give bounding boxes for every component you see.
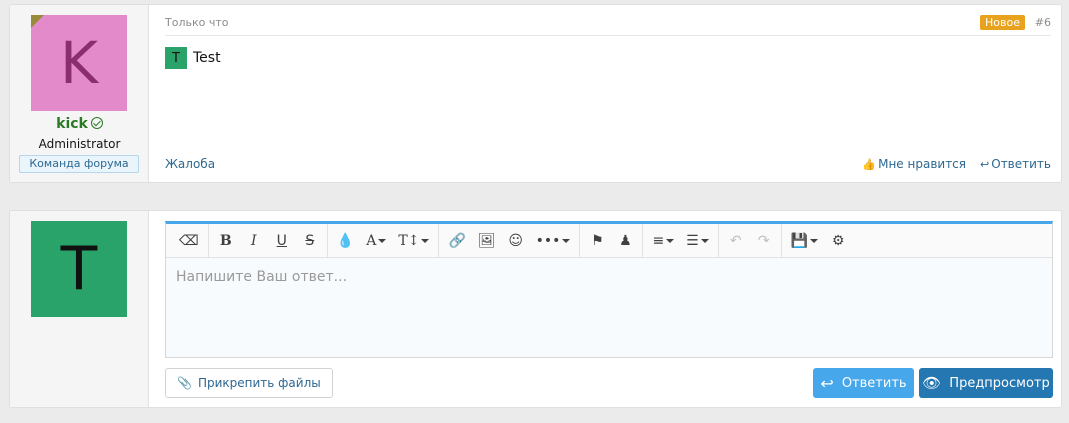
- align-icon[interactable]: ≡: [646, 228, 680, 254]
- flag-icon[interactable]: ⚑: [583, 228, 611, 254]
- submit-reply-button[interactable]: ↩ Ответить: [813, 368, 914, 398]
- toolbar-group-paragraph: ≡ ☰: [643, 223, 719, 258]
- post-text: Test: [193, 50, 221, 66]
- underline-icon[interactable]: U: [268, 228, 296, 254]
- user-banner: Команда форума: [19, 155, 139, 173]
- gear-icon[interactable]: ⚙: [824, 228, 852, 254]
- current-user-avatar: T: [31, 221, 127, 317]
- undo-icon[interactable]: ↶: [722, 228, 750, 254]
- redo-icon[interactable]: ↷: [750, 228, 778, 254]
- thumbs-up-icon: 👍: [862, 158, 877, 171]
- toolbar-group-bbcode: ⚑ ♟: [580, 223, 644, 258]
- save-draft-icon[interactable]: 💾: [785, 228, 824, 254]
- eraser-icon[interactable]: ⌫: [173, 228, 205, 254]
- more-icon[interactable]: •••: [530, 228, 577, 254]
- font-size-icon[interactable]: T↕: [392, 228, 435, 254]
- toolbar-group-font: 💧 A T↕: [328, 223, 440, 258]
- post-content: T Test: [165, 47, 221, 69]
- eye-icon: 👁: [922, 374, 942, 392]
- text-color-icon[interactable]: 💧: [331, 228, 360, 254]
- reply-label: Ответить: [991, 157, 1051, 171]
- report-link[interactable]: Жалоба: [165, 157, 215, 171]
- rich-text-editor: ⌫ B I U S 💧 A T↕ 🔗 🖼 ☺ ••• ⚑ ♟ ≡ ☰ ↶ ↷ 💾…: [165, 221, 1053, 358]
- reply-user-column: T: [10, 211, 149, 407]
- spy-icon[interactable]: ♟: [611, 228, 639, 254]
- editor-toolbar: ⌫ B I U S 💧 A T↕ 🔗 🖼 ☺ ••• ⚑ ♟ ≡ ☰ ↶ ↷ 💾…: [166, 223, 1052, 258]
- avatar[interactable]: K: [31, 15, 127, 111]
- like-link[interactable]: 👍 Мне нравится: [862, 157, 966, 171]
- post-number[interactable]: #6: [1035, 16, 1051, 29]
- preview-label: Предпросмотр: [949, 375, 1050, 391]
- avatar-letter: T: [60, 234, 98, 304]
- toolbar-group-text-style: B I U S: [209, 223, 328, 258]
- new-badge: Новое: [980, 15, 1025, 30]
- verified-check-icon: [90, 117, 103, 129]
- username[interactable]: kick: [10, 116, 149, 132]
- quick-reply: T ⌫ B I U S 💧 A T↕ 🔗 🖼 ☺ ••• ⚑ ♟ ≡ ☰ ↶ ↷…: [9, 210, 1062, 408]
- username-text: kick: [56, 116, 88, 132]
- reply-link[interactable]: ↩ Ответить: [980, 157, 1051, 171]
- attach-files-button[interactable]: 📎 Прикрепить файлы: [165, 368, 333, 398]
- toolbar-group-history: ↶ ↷: [719, 223, 782, 258]
- preview-button[interactable]: 👁 Предпросмотр: [919, 368, 1053, 398]
- like-label: Мне нравится: [878, 157, 966, 171]
- reply-arrow-icon: ↩: [980, 158, 990, 171]
- font-family-icon[interactable]: A: [360, 228, 392, 254]
- image-icon[interactable]: 🖼: [472, 228, 502, 254]
- smile-icon[interactable]: ☺: [502, 228, 530, 254]
- list-icon[interactable]: ☰: [680, 228, 715, 254]
- reply-textarea[interactable]: Напишите Ваш ответ...: [166, 258, 1052, 296]
- attach-files-label: Прикрепить файлы: [197, 376, 321, 390]
- italic-icon[interactable]: I: [240, 228, 268, 254]
- avatar-corner-marker: [31, 15, 44, 28]
- toolbar-group-insert: 🔗 🖼 ☺ •••: [439, 223, 581, 258]
- post-header: Только что Новое #6: [165, 15, 1051, 36]
- post-message: K kick Administrator Команда форума Толь…: [9, 4, 1062, 183]
- post-time[interactable]: Только что: [165, 16, 228, 29]
- submit-reply-label: Ответить: [841, 375, 907, 391]
- bold-icon[interactable]: B: [212, 228, 240, 254]
- link-icon[interactable]: 🔗: [442, 228, 471, 254]
- avatar-letter: K: [59, 29, 99, 97]
- user-title: Administrator: [38, 137, 121, 151]
- strikethrough-icon[interactable]: S: [296, 228, 324, 254]
- post-user-column: K kick Administrator Команда форума: [10, 5, 149, 182]
- toolbar-group-draft: 💾 ⚙: [782, 224, 855, 258]
- reply-arrow-icon: ↩: [820, 373, 834, 393]
- inline-avatar: T: [165, 47, 187, 69]
- toolbar-group-clear: ⌫: [170, 223, 209, 258]
- paperclip-icon: 📎: [177, 376, 192, 390]
